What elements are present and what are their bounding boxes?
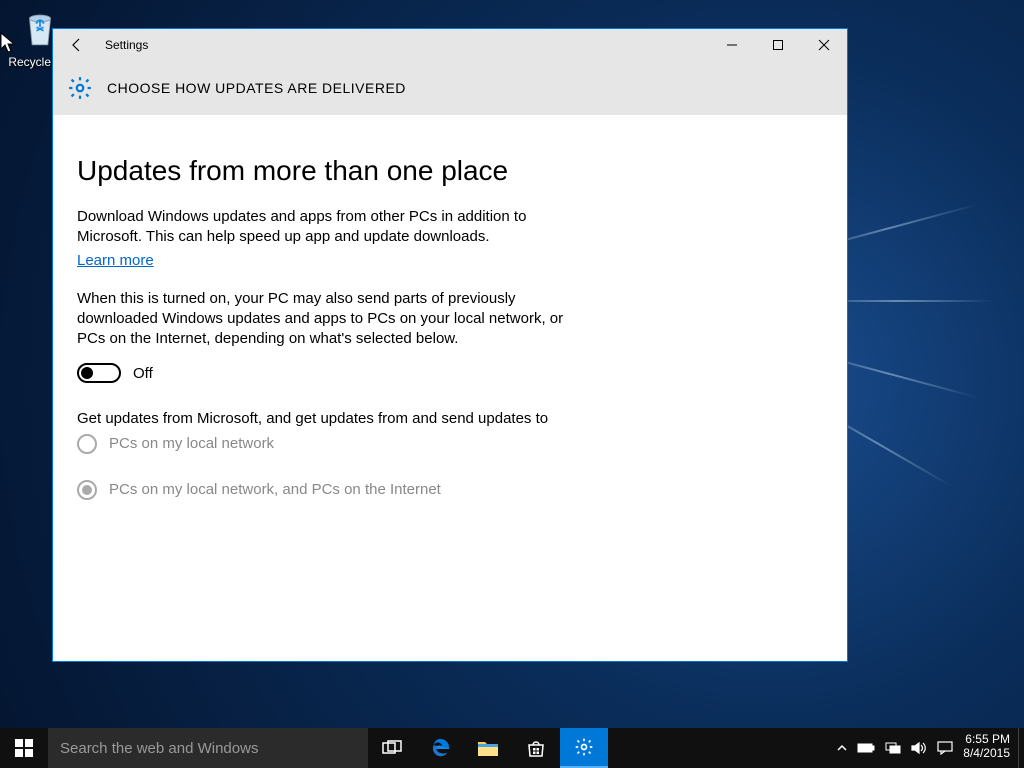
show-desktop-button[interactable] (1018, 728, 1024, 768)
radio-option-local[interactable]: PCs on my local network (77, 434, 823, 454)
radio-icon (77, 480, 97, 500)
radio-option-internet[interactable]: PCs on my local network, and PCs on the … (77, 480, 823, 500)
page-header-title: CHOOSE HOW UPDATES ARE DELIVERED (107, 80, 406, 96)
store-button[interactable] (512, 728, 560, 768)
battery-icon[interactable] (857, 742, 875, 754)
task-view-button[interactable] (368, 728, 416, 768)
minimize-button[interactable] (709, 29, 755, 61)
edge-button[interactable] (416, 728, 464, 768)
clock-date: 8/4/2015 (963, 746, 1010, 760)
action-center-icon[interactable] (937, 741, 953, 755)
radio-group-label: Get updates from Microsoft, and get upda… (77, 409, 577, 429)
maximize-button[interactable] (755, 29, 801, 61)
close-button[interactable] (801, 29, 847, 61)
system-tray[interactable] (831, 728, 959, 768)
settings-window: Settings CHOOSE HOW UPDATES ARE DELIVERE… (52, 28, 848, 662)
desktop[interactable]: Recycle Bin Settings (0, 0, 1024, 768)
settings-taskbar-button[interactable] (560, 728, 608, 768)
back-button[interactable] (53, 29, 101, 61)
content-heading: Updates from more than one place (77, 155, 823, 187)
radio-label-local: PCs on my local network (109, 435, 274, 452)
network-icon[interactable] (885, 741, 901, 755)
search-placeholder: Search the web and Windows (60, 740, 258, 757)
content-area: Updates from more than one place Downloa… (53, 115, 847, 661)
gear-icon (67, 75, 93, 101)
description-2: When this is turned on, your PC may also… (77, 289, 577, 350)
page-header: CHOOSE HOW UPDATES ARE DELIVERED (53, 61, 847, 115)
file-explorer-button[interactable] (464, 728, 512, 768)
delivery-toggle[interactable] (77, 363, 121, 383)
start-button[interactable] (0, 728, 48, 768)
toggle-state-label: Off (133, 365, 153, 382)
radio-label-internet: PCs on my local network, and PCs on the … (109, 481, 441, 498)
volume-icon[interactable] (911, 741, 927, 755)
radio-icon (77, 434, 97, 454)
taskbar-clock[interactable]: 6:55 PM 8/4/2015 (959, 728, 1018, 768)
taskbar: Search the web and Windows (0, 728, 1024, 768)
tray-chevron-icon[interactable] (837, 743, 847, 753)
window-title: Settings (101, 38, 148, 52)
search-box[interactable]: Search the web and Windows (48, 728, 368, 768)
clock-time: 6:55 PM (963, 732, 1010, 746)
titlebar[interactable]: Settings (53, 29, 847, 61)
learn-more-link[interactable]: Learn more (77, 252, 154, 269)
description-1: Download Windows updates and apps from o… (77, 207, 577, 248)
